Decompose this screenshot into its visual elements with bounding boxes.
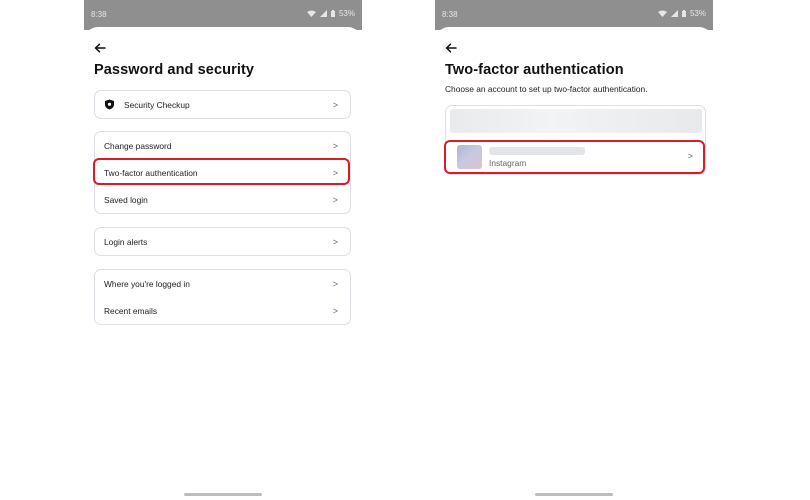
chevron-right-icon: >: [332, 99, 338, 110]
chevron-right-icon: >: [687, 151, 693, 161]
account-type-label: Instagram: [489, 158, 527, 168]
chevron-right-icon: >: [332, 236, 338, 247]
wifi-icon: [657, 10, 667, 17]
shield-icon: [104, 99, 115, 110]
back-arrow-icon[interactable]: [94, 43, 108, 55]
menu-item-label: Two-factor authentication: [104, 167, 198, 178]
menu-item-two-factor-authentication[interactable]: Two-factor authentication >: [95, 159, 350, 186]
menu-item-label: Where you're logged in: [104, 278, 190, 289]
bottom-sheet: Password and security Security Checkup >…: [84, 27, 362, 500]
menu-item-login-alerts[interactable]: Login alerts >: [95, 228, 350, 255]
chevron-right-icon: >: [332, 140, 338, 151]
page-title: Two-factor authentication: [445, 62, 624, 78]
chevron-right-icon: >: [332, 194, 338, 205]
home-indicator: [535, 493, 613, 496]
menu-item-label: Recent emails: [104, 305, 158, 316]
login-alerts-group: Login alerts >: [94, 227, 351, 256]
menu-item-label: Login alerts: [104, 236, 148, 247]
status-bar: 8:38 53%: [84, 0, 362, 30]
menu-item-change-password[interactable]: Change password >: [95, 132, 350, 159]
activity-group: Where you're logged in > Recent emails >: [94, 269, 351, 325]
account-security-group: Change password > Two-factor authenticat…: [94, 131, 351, 214]
status-time: 8:38: [442, 10, 458, 19]
signal-icon: [319, 10, 327, 17]
account-list: Instagram >: [445, 105, 706, 175]
menu-item-security-checkup[interactable]: Security Checkup >: [95, 91, 350, 118]
battery-percent: 53%: [338, 9, 355, 18]
battery-icon: [330, 10, 335, 17]
bottom-sheet: Two-factor authentication Choose an acco…: [435, 27, 713, 500]
chevron-right-icon: >: [332, 305, 338, 316]
back-arrow-icon[interactable]: [445, 43, 459, 55]
account-row-instagram[interactable]: Instagram >: [446, 140, 705, 174]
blurred-account-name: [489, 147, 585, 155]
menu-item-where-logged-in[interactable]: Where you're logged in >: [95, 270, 350, 297]
security-checkup-group: Security Checkup >: [94, 90, 351, 119]
chevron-right-icon: >: [332, 278, 338, 289]
phone-screen-two-factor: 8:38 53% Two-factor authentication Choos…: [435, 0, 713, 500]
menu-item-saved-login[interactable]: Saved login >: [95, 186, 350, 213]
status-icons: 53%: [657, 9, 706, 18]
page-title: Password and security: [94, 62, 255, 78]
phone-screen-password-security: 8:38 53% Password and security Security …: [84, 0, 362, 500]
avatar: [457, 145, 482, 169]
blurred-account-header: [450, 109, 702, 133]
menu-item-label: Security Checkup: [124, 99, 190, 110]
wifi-icon: [306, 10, 316, 17]
menu-item-label: Saved login: [104, 194, 148, 205]
status-time: 8:38: [91, 10, 107, 19]
status-bar: 8:38 53%: [435, 0, 713, 30]
home-indicator: [184, 493, 262, 496]
battery-icon: [681, 10, 686, 17]
menu-item-label: Change password: [104, 140, 172, 151]
page-subtitle: Choose an account to set up two-factor a…: [445, 84, 648, 94]
signal-icon: [670, 10, 678, 17]
chevron-right-icon: >: [332, 167, 338, 178]
battery-percent: 53%: [689, 9, 706, 18]
status-icons: 53%: [306, 9, 355, 18]
menu-item-recent-emails[interactable]: Recent emails >: [95, 297, 350, 324]
